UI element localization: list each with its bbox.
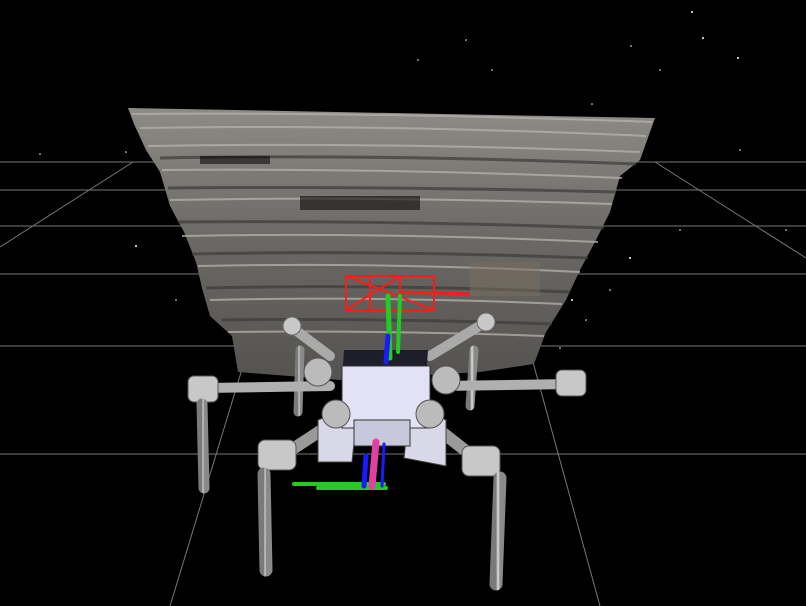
3d-viewport[interactable]: [0, 0, 806, 606]
